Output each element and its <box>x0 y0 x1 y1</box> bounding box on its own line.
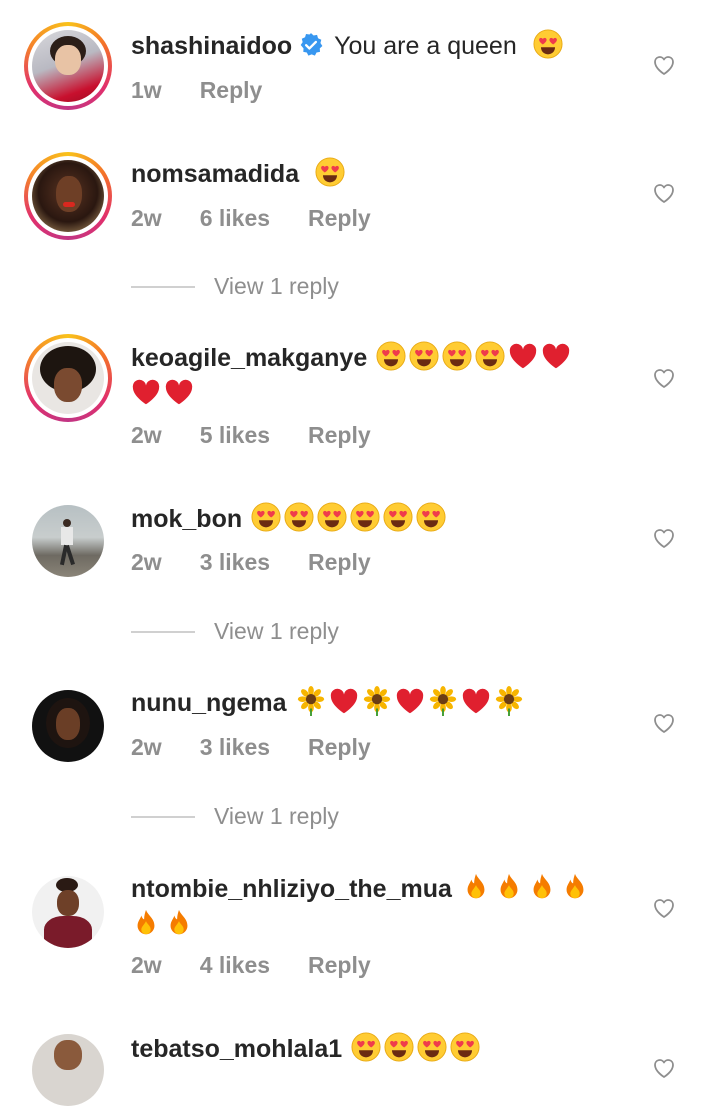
comment-username[interactable]: tebatso_mohlala1 <box>131 1035 342 1063</box>
reply-button[interactable]: Reply <box>200 77 263 103</box>
sunflower-emoji-icon <box>297 686 324 716</box>
avatar[interactable] <box>32 690 104 762</box>
comment-username[interactable]: nunu_ngema <box>131 689 287 717</box>
like-count[interactable]: 3 likes <box>200 734 270 760</box>
comment-username[interactable]: mok_bon <box>131 505 242 533</box>
comment-time: 1w <box>131 77 162 103</box>
emoji-heart-eyes-icon <box>308 157 348 188</box>
emoji-row <box>251 502 449 533</box>
like-heart-icon[interactable] <box>652 896 676 920</box>
comment-time: 2w <box>131 422 162 448</box>
like-count[interactable]: 3 likes <box>200 549 270 575</box>
red-heart-emoji-icon <box>165 379 193 405</box>
like-count[interactable]: 5 likes <box>200 422 270 448</box>
avatar[interactable] <box>24 334 112 422</box>
like-heart-icon[interactable] <box>652 366 676 390</box>
red-heart-emoji-icon <box>132 379 160 405</box>
reply-button[interactable]: Reply <box>308 549 371 575</box>
view-replies-label: View 1 reply <box>214 618 339 644</box>
comment-username[interactable]: keoagile_makganye <box>131 344 367 372</box>
heart-eyes-emoji-icon <box>383 502 413 532</box>
sunflower-emoji-icon <box>495 686 522 716</box>
heart-eyes-emoji-icon <box>350 502 380 532</box>
comment-username[interactable]: shashinaidoo <box>131 32 292 60</box>
view-replies-button[interactable]: View 1 reply <box>131 803 339 830</box>
emoji-row <box>296 686 527 717</box>
sunflower-emoji-icon <box>429 686 456 716</box>
red-heart-emoji-icon <box>462 688 489 714</box>
view-replies-button[interactable]: View 1 reply <box>131 273 339 300</box>
like-heart-icon[interactable] <box>652 526 676 550</box>
fire-emoji-icon <box>137 909 155 935</box>
like-heart-icon[interactable] <box>652 181 676 205</box>
comment-username[interactable]: ntombie_nhliziyo_the_mua <box>131 875 452 903</box>
red-heart-emoji-icon <box>330 688 357 714</box>
avatar[interactable] <box>32 1034 104 1106</box>
comment-time: 2w <box>131 734 162 760</box>
heart-eyes-emoji-icon <box>475 341 505 371</box>
red-heart-emoji-icon <box>510 343 537 369</box>
comment-time: 2w <box>131 549 162 575</box>
comment-text: You are a queen <box>334 32 517 60</box>
fire-emoji-icon <box>467 873 485 899</box>
emoji-heart-eyes-icon <box>526 29 566 60</box>
avatar[interactable] <box>24 22 112 110</box>
heart-eyes-emoji-icon <box>442 341 472 371</box>
like-count[interactable]: 4 likes <box>200 952 270 978</box>
divider <box>131 815 195 818</box>
verified-badge-icon <box>300 33 323 56</box>
reply-button[interactable]: Reply <box>308 734 371 760</box>
heart-eyes-emoji-icon <box>417 1032 447 1062</box>
like-heart-icon[interactable] <box>652 711 676 735</box>
comment-time: 2w <box>131 952 162 978</box>
fire-emoji-icon <box>500 873 518 899</box>
reply-button[interactable]: Reply <box>308 205 371 231</box>
like-heart-icon[interactable] <box>652 53 676 77</box>
avatar[interactable] <box>32 505 104 577</box>
heart-eyes-emoji-icon <box>351 1032 381 1062</box>
like-heart-icon[interactable] <box>652 1056 676 1080</box>
reply-button[interactable]: Reply <box>308 952 371 978</box>
view-replies-label: View 1 reply <box>214 803 339 829</box>
emoji-row <box>351 1032 483 1063</box>
heart-eyes-emoji-icon <box>284 502 314 532</box>
divider <box>131 285 195 288</box>
red-heart-emoji-icon <box>543 343 570 369</box>
avatar[interactable] <box>32 876 104 948</box>
view-replies-button[interactable]: View 1 reply <box>131 618 339 645</box>
heart-eyes-emoji-icon <box>251 502 281 532</box>
comment-username[interactable]: nomsamadida <box>131 160 299 188</box>
heart-eyes-emoji-icon <box>409 341 439 371</box>
reply-button[interactable]: Reply <box>308 422 371 448</box>
divider <box>131 630 195 633</box>
heart-eyes-emoji-icon <box>317 502 347 532</box>
view-replies-label: View 1 reply <box>214 273 339 299</box>
red-heart-emoji-icon <box>396 688 423 714</box>
comment-time: 2w <box>131 205 162 231</box>
like-count[interactable]: 6 likes <box>200 205 270 231</box>
heart-eyes-emoji-icon <box>384 1032 414 1062</box>
heart-eyes-emoji-icon <box>450 1032 480 1062</box>
avatar[interactable] <box>24 152 112 240</box>
fire-emoji-icon <box>566 873 584 899</box>
heart-eyes-emoji-icon <box>416 502 446 532</box>
fire-emoji-icon <box>170 909 188 935</box>
heart-eyes-emoji-icon <box>376 341 406 371</box>
fire-emoji-icon <box>533 873 551 899</box>
sunflower-emoji-icon <box>363 686 390 716</box>
